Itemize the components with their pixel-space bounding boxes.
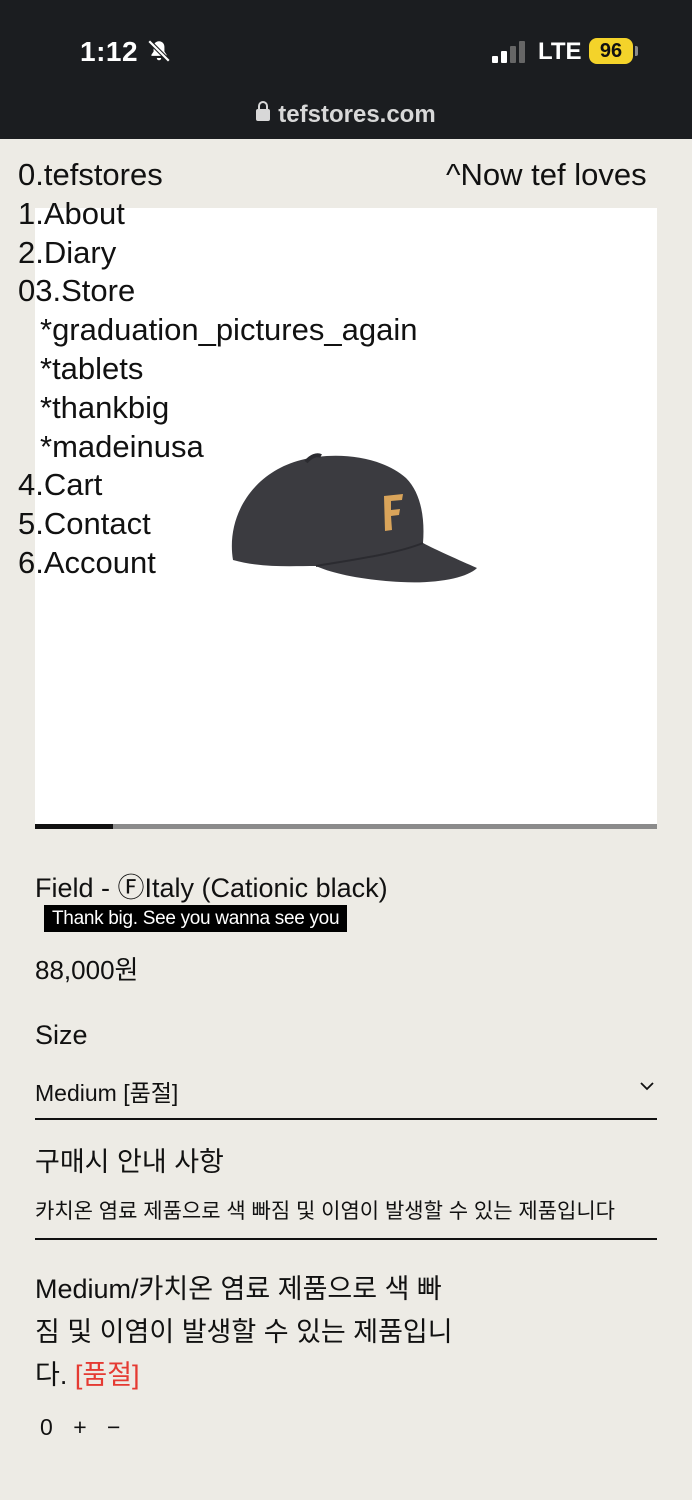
quantity-value: 0 (40, 1414, 53, 1440)
nav-item[interactable]: 1.About (18, 195, 417, 234)
purchase-guide-label: 구매시 안내 사항 (35, 1147, 224, 1177)
nav-item[interactable]: 0.tefstores (18, 156, 417, 195)
size-selected-value: Medium [품절] (35, 1080, 179, 1106)
product-price: 88,000원 (35, 955, 139, 985)
marquee-text[interactable]: ^Now tef loves (446, 156, 647, 195)
battery-badge: 96 (589, 38, 633, 64)
gallery-slider[interactable] (35, 824, 657, 829)
nav-item[interactable]: 6.Account (18, 544, 417, 583)
product-notice: Thank big. See you wanna see you (44, 905, 348, 932)
signal-icon (492, 41, 526, 63)
selected-option-summary: Medium/카치온 염료 제품으로 색 빠짐 및 이염이 발생할 수 있는 제… (35, 1268, 455, 1397)
lock-icon (256, 101, 271, 121)
browser-top-bar: 1:12 LTE 96 tefstores.com (0, 0, 692, 139)
nav-subitem[interactable]: *madeinusa (18, 428, 417, 467)
nav-subitem[interactable]: *graduation_pictures_again (18, 311, 417, 350)
network-type: LTE (538, 38, 582, 65)
purchase-guide-value: 카치온 염료 제품으로 색 빠짐 및 이염이 발생할 수 있는 제품입니다 (35, 1200, 615, 1223)
nav-subitem[interactable]: *thankbig (18, 389, 417, 428)
battery-tip (635, 46, 638, 56)
site-nav: 0.tefstores 1.About 2.Diary 03.Store *gradua… (18, 156, 417, 583)
nav-subitem[interactable]: *tablets (18, 350, 417, 389)
chevron-down-icon (640, 1082, 654, 1091)
gallery-slider-active (35, 824, 113, 829)
nav-item[interactable]: 2.Diary (18, 234, 417, 273)
quantity-plus-button[interactable]: + (73, 1414, 86, 1441)
url-bar[interactable]: tefstores.com (0, 101, 692, 129)
sold-out-badge: [품절] (74, 1360, 140, 1390)
quantity-minus-button[interactable]: − (107, 1414, 120, 1441)
url-text: tefstores.com (278, 101, 436, 128)
purchase-guide-field[interactable]: 카치온 염료 제품으로 색 빠짐 및 이염이 발생할 수 있는 제품입니다 (35, 1192, 657, 1240)
quantity-stepper: 0 + − (40, 1414, 134, 1441)
size-select[interactable]: Medium [품절] (35, 1072, 657, 1120)
nav-item[interactable]: 5.Contact (18, 505, 417, 544)
bell-slash-icon (147, 39, 171, 63)
size-label: Size (35, 1020, 88, 1050)
product-title: Field - ⒻItaly (Cationic black) (35, 873, 388, 903)
nav-item[interactable]: 03.Store (18, 272, 417, 311)
status-time: 1:12 (80, 36, 139, 67)
nav-item[interactable]: 4.Cart (18, 466, 417, 505)
